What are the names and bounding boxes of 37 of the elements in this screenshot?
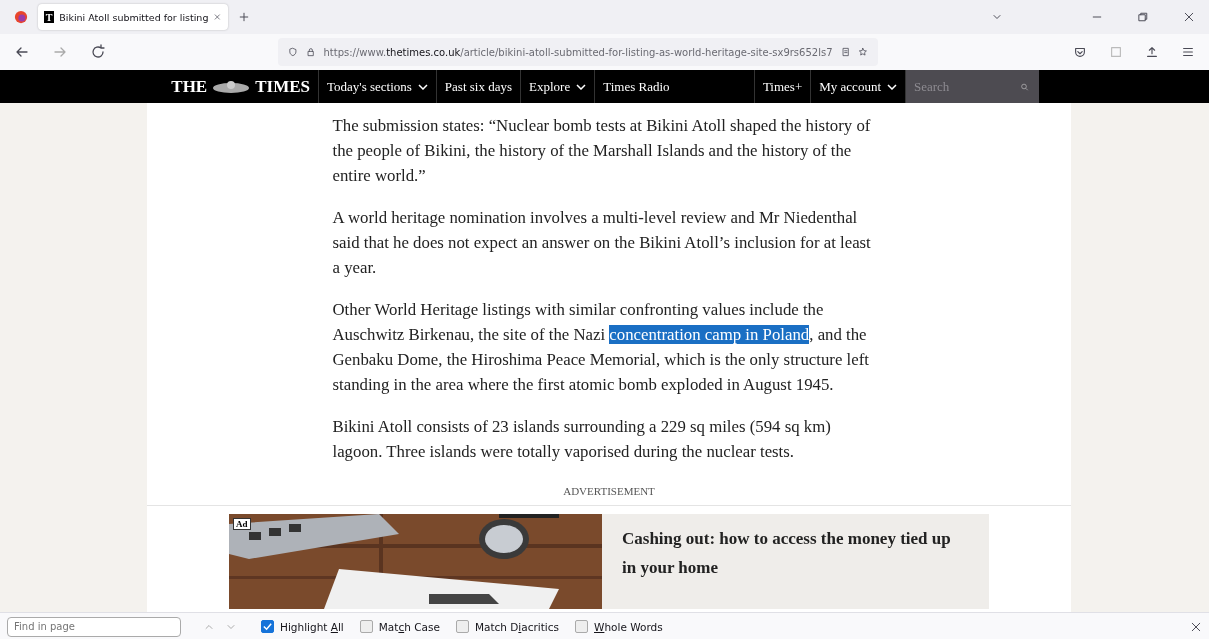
search-field[interactable]: Search — [906, 70, 1009, 103]
browser-logo-icon[interactable] — [14, 10, 28, 24]
reader-view-icon[interactable] — [840, 45, 851, 59]
article-paragraph: Other World Heritage listings with similar confronting values include the Auschwitz Birkenau, the site of the Nazi concentration camp in Poland, and the Genbaku Dome, the Hiroshima Peace Memorial, which is the only structure left standing in the area where the first atomic bomb exploded in August 1945. — [332, 299, 870, 396]
option-toggle[interactable]: Whole Words — [575, 620, 663, 633]
option-toggle[interactable]: Match Diacritics — [455, 620, 559, 633]
ad-card[interactable]: Ad Cashing out: how to access the money tied up in your home — [229, 514, 989, 609]
checkbox[interactable] — [575, 620, 588, 633]
close-icon[interactable] — [1190, 620, 1202, 633]
checkbox[interactable] — [359, 620, 373, 633]
restore-icon[interactable] — [1137, 11, 1149, 23]
menu-icon[interactable] — [1181, 45, 1195, 59]
ad-badge: Ad — [233, 518, 251, 530]
article-paragraph: Bikini Atoll consists of 23 islands surrounding a 229 sq miles (594 sq km) lagoon. Three islands were totally vaporised during the nuclear tests. — [332, 416, 832, 463]
browser-tab[interactable]: T Bikini Atoll submitted for listing — [38, 4, 228, 30]
lock-icon[interactable] — [305, 45, 316, 59]
site-logo[interactable]: THE TIMES — [0, 70, 318, 103]
checkbox[interactable] — [261, 620, 274, 633]
find-field[interactable]: Find in page — [7, 616, 181, 637]
shield-icon[interactable] — [288, 45, 298, 59]
pocket-icon[interactable] — [1073, 45, 1087, 59]
chevron-down-icon — [887, 83, 897, 90]
option-toggle[interactable]: Highlight All — [261, 620, 344, 633]
article-paragraph: A world heritage nomination involves a multi-level review and Mr Niedenthal said that he does not expect an answer on the Bikini Atoll’s inclusion for at least a year. — [332, 207, 872, 279]
option-toggle[interactable]: Match Case — [359, 620, 440, 633]
plus-icon[interactable] — [238, 11, 250, 23]
chevron-down-icon — [576, 83, 587, 90]
share-icon[interactable] — [1145, 45, 1159, 59]
site-favicon: T — [44, 11, 55, 23]
article-paragraph: The submission states: “Nuclear bomb tests at Bikini Atoll shaped the history of the people of Bikini, the history of the Marshall Islands and the history of the entire world.” — [332, 115, 872, 187]
advertisement-label: ADVERTISEMENT — [147, 485, 1071, 506]
reload-icon[interactable] — [90, 44, 106, 60]
close-icon[interactable] — [1183, 11, 1195, 23]
chevron-down-icon — [417, 83, 428, 90]
star-icon[interactable] — [858, 45, 868, 59]
checkbox[interactable] — [455, 620, 469, 633]
ad-headline[interactable]: Cashing out: how to access the money tied up in your home — [602, 514, 982, 609]
